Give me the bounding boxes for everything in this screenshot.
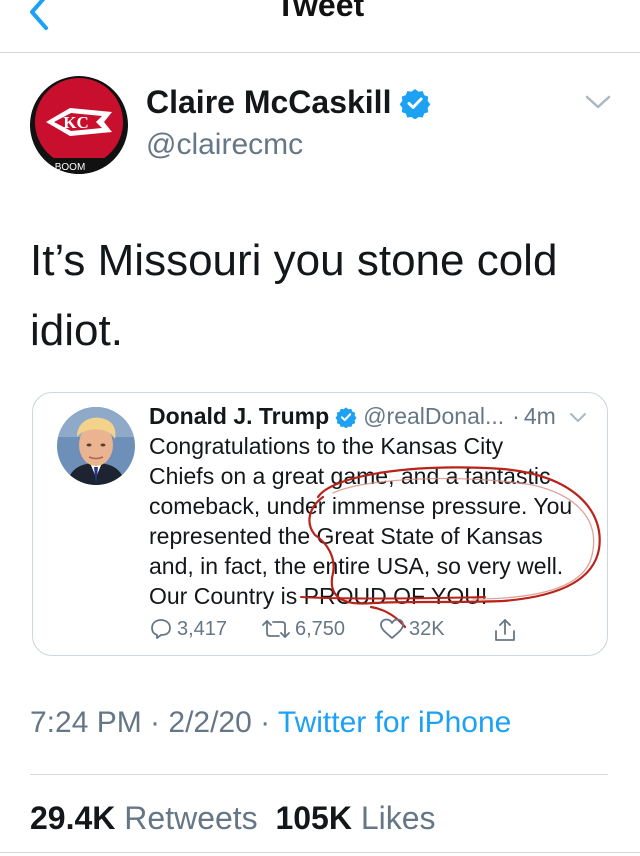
reply-count: 3,417: [177, 617, 228, 640]
quoted-text-line: represented the Great State of Kansas: [149, 523, 543, 549]
quoted-text-line: and, in fact, the entire USA, so very we…: [149, 553, 564, 579]
heart-icon: [380, 618, 404, 639]
avatar-caption: BOOM: [55, 162, 86, 173]
chiefs-logo-icon: KC BOOM: [30, 76, 128, 174]
tweet-text-line: idiot.: [30, 306, 123, 355]
quoted-avatar[interactable]: [57, 407, 135, 485]
quoted-text-line: Our Country is PROUD OF YOU!: [149, 583, 488, 609]
tweet-text: It’s Missouri you stone cold idiot.: [30, 226, 610, 366]
tweet-text-line: It’s Missouri you stone cold: [30, 236, 558, 285]
quoted-author-name[interactable]: Donald J. Trump: [149, 403, 329, 430]
quoted-text: Congratulations to the Kansas City Chief…: [149, 431, 599, 611]
tweet-stats: 29.4K Retweets 105K Likes: [30, 800, 436, 837]
author-name[interactable]: Claire McCaskill: [146, 84, 391, 121]
tweet-source-link[interactable]: Twitter for iPhone: [278, 706, 511, 739]
quoted-text-line: comeback, under immense pressure. You: [149, 493, 573, 519]
retweets-label: Retweets: [124, 800, 258, 836]
tweet-timestamp[interactable]: 7:24 PM · 2/2/20 ·: [30, 706, 278, 739]
chevron-down-icon[interactable]: [569, 411, 587, 425]
share-action[interactable]: [493, 617, 521, 643]
quoted-timestamp: 4m: [523, 403, 556, 429]
retweet-icon: [262, 620, 290, 638]
retweet-count: 6,750: [295, 617, 346, 640]
svg-text:KC: KC: [63, 113, 89, 132]
likes-count: 105K: [275, 800, 352, 836]
divider: [30, 774, 608, 775]
quoted-header: Donald J. Trump @realDonal... · 4m: [149, 403, 556, 430]
retweets-stat[interactable]: 29.4K Retweets: [30, 800, 258, 836]
quoted-action-bar: 3,417 6,750 32K: [149, 617, 599, 645]
separator-dot: ·: [512, 403, 520, 429]
divider: [0, 852, 640, 853]
avatar[interactable]: KC BOOM: [30, 76, 128, 174]
like-action[interactable]: 32K: [379, 617, 445, 641]
likes-stat[interactable]: 105K Likes: [275, 800, 435, 836]
tweet-metadata: 7:24 PM · 2/2/20 · Twitter for iPhone: [30, 706, 511, 740]
retweets-count: 29.4K: [30, 800, 116, 836]
quoted-text-line: Chiefs on a great game, and a fantastic: [149, 463, 551, 489]
quoted-tweet[interactable]: Donald J. Trump @realDonal... · 4m Congr…: [32, 392, 608, 656]
quoted-text-line: Congratulations to the Kansas City: [149, 433, 504, 459]
share-icon: [495, 619, 515, 641]
reply-icon: [151, 619, 171, 639]
nav-header: Tweet: [0, 0, 640, 53]
reply-action[interactable]: 3,417: [149, 617, 227, 641]
page-title: Tweet: [275, 0, 365, 23]
chevron-down-icon[interactable]: [584, 92, 612, 112]
verified-badge-icon: [335, 406, 357, 428]
verified-badge-icon: [400, 88, 431, 119]
likes-label: Likes: [360, 800, 436, 836]
like-count: 32K: [409, 617, 445, 640]
quoted-author-handle[interactable]: @realDonal...: [363, 403, 504, 430]
author-name-row[interactable]: Claire McCaskill: [146, 84, 431, 121]
author-handle[interactable]: @clairecmc: [146, 128, 303, 162]
retweet-action[interactable]: 6,750: [261, 617, 345, 641]
portrait-icon: [57, 407, 135, 485]
